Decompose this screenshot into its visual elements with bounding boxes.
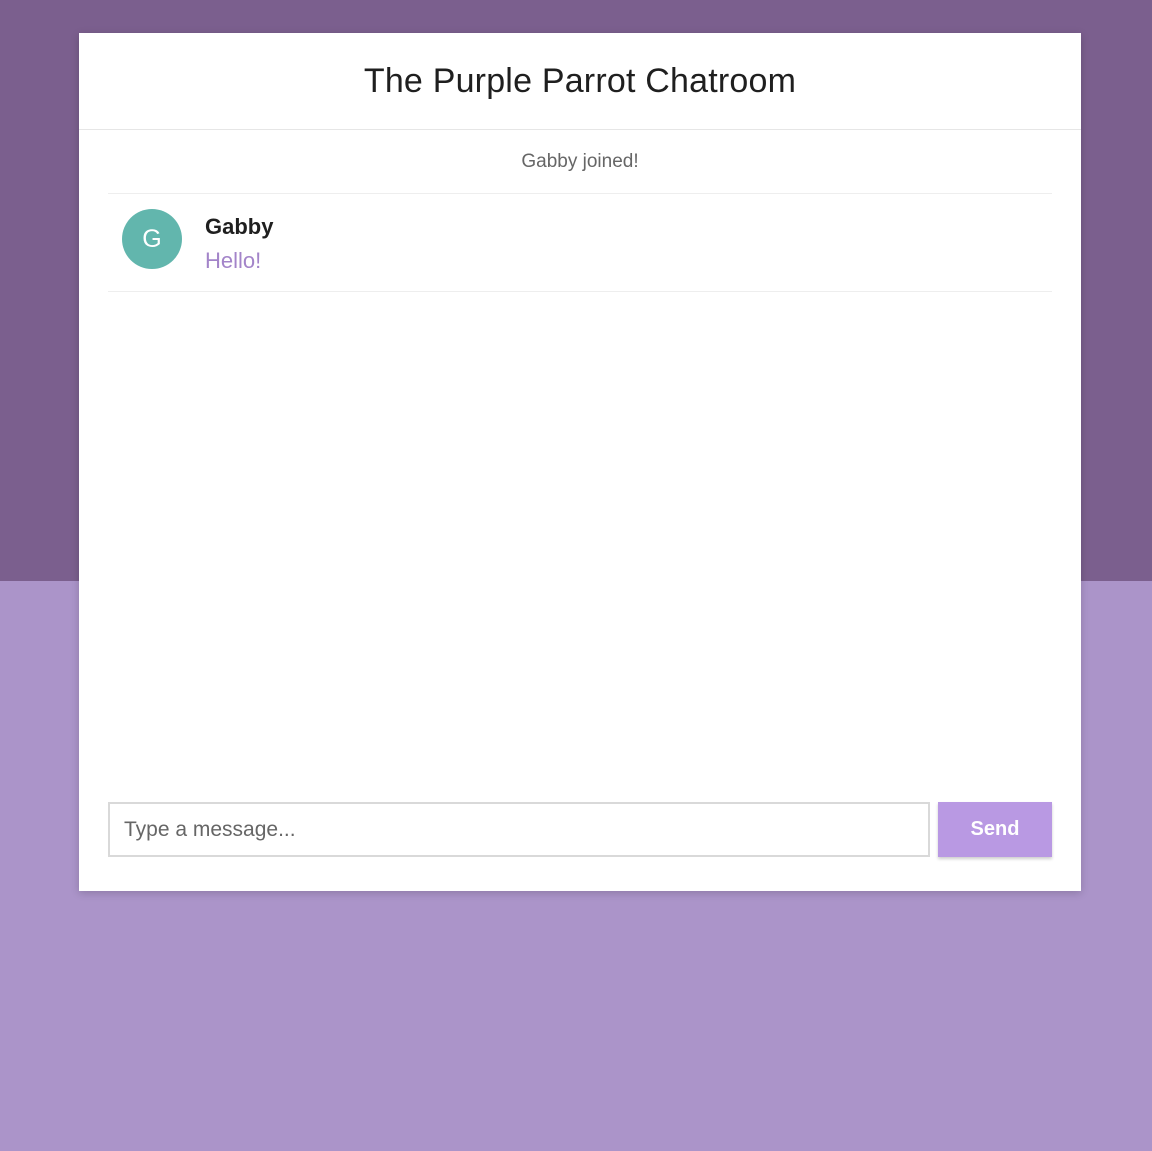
send-button[interactable]: Send — [938, 802, 1052, 857]
message-item: G Gabby Hello! — [108, 194, 1052, 292]
avatar: G — [122, 209, 182, 269]
chat-title: The Purple Parrot Chatroom — [363, 61, 797, 100]
message-input[interactable] — [108, 802, 930, 857]
message-author: Gabby — [205, 214, 274, 239]
message-composer: Send — [108, 802, 1052, 857]
chat-window: The Purple Parrot Chatroom Gabby joined!… — [79, 33, 1081, 891]
system-message: Gabby joined! — [108, 131, 1052, 194]
message-list: Gabby joined! G Gabby Hello! — [108, 131, 1052, 292]
chat-header: The Purple Parrot Chatroom — [79, 33, 1081, 130]
message-text: Hello! — [205, 248, 262, 273]
message-content: Gabby Hello! — [205, 209, 273, 274]
